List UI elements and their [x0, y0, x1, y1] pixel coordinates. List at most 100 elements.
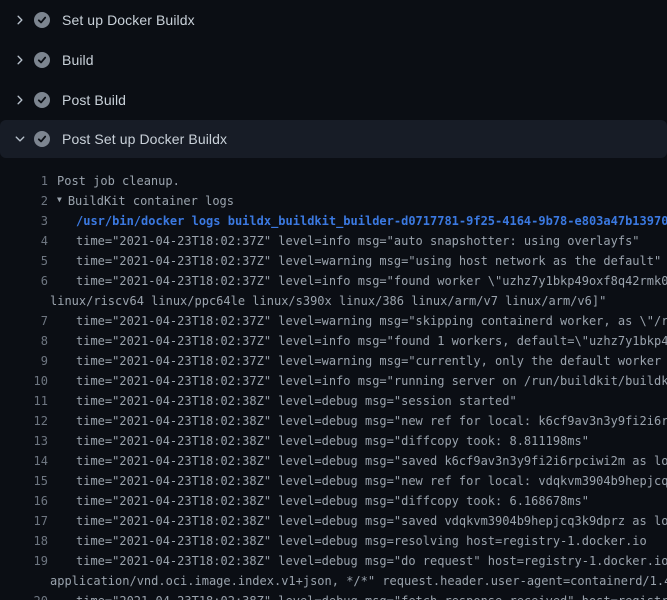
- log-line-number[interactable]: 10: [0, 371, 48, 391]
- log-line-text: time="2021-04-23T18:02:37Z" level=warnin…: [76, 351, 667, 371]
- log-line-text: time="2021-04-23T18:02:38Z" level=debug …: [76, 431, 589, 451]
- log-line-number[interactable]: [0, 291, 48, 311]
- log-line[interactable]: linux/riscv64 linux/ppc64le linux/s390x …: [0, 291, 667, 311]
- log-line[interactable]: 3 /usr/bin/docker logs buildx_buildkit_b…: [0, 211, 667, 231]
- log-viewer: 1 Post job cleanup. 2 ▼ BuildKit containe…: [0, 158, 667, 600]
- log-line[interactable]: 16 time="2021-04-23T18:02:38Z" level=deb…: [0, 491, 667, 511]
- log-line-number[interactable]: 8: [0, 331, 48, 351]
- log-line[interactable]: 2 ▼ BuildKit container logs: [0, 191, 667, 211]
- log-line-content: time="2021-04-23T18:02:38Z" level=debug …: [76, 431, 589, 451]
- log-line-number[interactable]: 17: [0, 511, 48, 531]
- check-circle-icon: [34, 92, 50, 108]
- log-line[interactable]: application/vnd.oci.image.index.v1+json,…: [0, 571, 667, 591]
- log-line-content: time="2021-04-23T18:02:37Z" level=warnin…: [76, 311, 667, 331]
- log-line-number[interactable]: 11: [0, 391, 48, 411]
- log-line-text: time="2021-04-23T18:02:38Z" level=debug …: [76, 531, 647, 551]
- log-line-number[interactable]: 12: [0, 411, 48, 431]
- check-circle-icon: [34, 12, 50, 28]
- log-line-number[interactable]: 18: [0, 531, 48, 551]
- log-line[interactable]: 17 time="2021-04-23T18:02:38Z" level=deb…: [0, 511, 667, 531]
- log-line-text: linux/riscv64 linux/ppc64le linux/s390x …: [50, 291, 606, 311]
- step-row-post-set-up-docker-buildx[interactable]: Post Set up Docker Buildx: [0, 120, 667, 158]
- log-line-content: time="2021-04-23T18:02:38Z" level=debug …: [76, 551, 667, 571]
- step-label: Post Build: [62, 92, 126, 108]
- log-line[interactable]: 5 time="2021-04-23T18:02:37Z" level=warn…: [0, 251, 667, 271]
- log-line[interactable]: 20 time="2021-04-23T18:02:38Z" level=deb…: [0, 591, 667, 600]
- log-line[interactable]: 15 time="2021-04-23T18:02:38Z" level=deb…: [0, 471, 667, 491]
- chevron-right-icon[interactable]: [14, 94, 26, 106]
- log-line[interactable]: 19 time="2021-04-23T18:02:38Z" level=deb…: [0, 551, 667, 571]
- log-line-number[interactable]: 20: [0, 591, 48, 600]
- step-row-set-up-docker-buildx[interactable]: Set up Docker Buildx: [0, 0, 667, 40]
- log-line-text: time="2021-04-23T18:02:37Z" level=info m…: [76, 371, 667, 391]
- log-line-text: time="2021-04-23T18:02:38Z" level=debug …: [76, 491, 589, 511]
- log-line-content: time="2021-04-23T18:02:37Z" level=warnin…: [76, 351, 667, 371]
- log-line-number[interactable]: 9: [0, 351, 48, 371]
- log-line-text: time="2021-04-23T18:02:37Z" level=warnin…: [76, 251, 661, 271]
- log-line-content: time="2021-04-23T18:02:38Z" level=debug …: [76, 511, 667, 531]
- log-line-number[interactable]: 5: [0, 251, 48, 271]
- log-line-content: time="2021-04-23T18:02:37Z" level=info m…: [76, 371, 667, 391]
- log-line-number[interactable]: 1: [0, 171, 48, 191]
- log-line-text: time="2021-04-23T18:02:37Z" level=info m…: [76, 231, 640, 251]
- log-line-number[interactable]: 19: [0, 551, 48, 571]
- group-toggle-icon[interactable]: ▼: [57, 191, 62, 210]
- log-line-content: time="2021-04-23T18:02:37Z" level=info m…: [76, 231, 640, 251]
- step-label: Build: [62, 52, 94, 68]
- chevron-right-icon[interactable]: [14, 54, 26, 66]
- log-line-number[interactable]: 7: [0, 311, 48, 331]
- step-label: Set up Docker Buildx: [62, 12, 195, 28]
- log-line[interactable]: 12 time="2021-04-23T18:02:38Z" level=deb…: [0, 411, 667, 431]
- log-line-text: application/vnd.oci.image.index.v1+json,…: [50, 571, 667, 591]
- log-line-content: application/vnd.oci.image.index.v1+json,…: [50, 571, 667, 591]
- log-line-content: /usr/bin/docker logs buildx_buildkit_bui…: [76, 211, 667, 231]
- check-circle-icon: [34, 131, 50, 147]
- log-line-content: linux/riscv64 linux/ppc64le linux/s390x …: [50, 291, 606, 311]
- log-line-number[interactable]: 15: [0, 471, 48, 491]
- step-row-build[interactable]: Build: [0, 40, 667, 80]
- log-line[interactable]: 7 time="2021-04-23T18:02:37Z" level=warn…: [0, 311, 667, 331]
- log-line-number[interactable]: 2: [0, 191, 48, 211]
- check-circle-icon: [34, 52, 50, 68]
- actions-log-panel: Set up Docker Buildx Build Post Build: [0, 0, 667, 600]
- log-line[interactable]: 9 time="2021-04-23T18:02:37Z" level=warn…: [0, 351, 667, 371]
- log-line[interactable]: 14 time="2021-04-23T18:02:38Z" level=deb…: [0, 451, 667, 471]
- log-line[interactable]: 8 time="2021-04-23T18:02:37Z" level=info…: [0, 331, 667, 351]
- log-line-text: time="2021-04-23T18:02:38Z" level=debug …: [76, 591, 667, 600]
- log-line-number[interactable]: [0, 571, 48, 591]
- log-line-text: time="2021-04-23T18:02:38Z" level=debug …: [76, 511, 667, 531]
- steps-list: Set up Docker Buildx Build Post Build: [0, 0, 667, 158]
- log-line-content: time="2021-04-23T18:02:37Z" level=info m…: [76, 271, 667, 291]
- log-line[interactable]: 13 time="2021-04-23T18:02:38Z" level=deb…: [0, 431, 667, 451]
- log-line-text: time="2021-04-23T18:02:38Z" level=debug …: [76, 471, 667, 491]
- chevron-down-icon[interactable]: [14, 133, 26, 145]
- log-line-content: time="2021-04-23T18:02:38Z" level=debug …: [76, 491, 589, 511]
- log-line-content: Post job cleanup.: [57, 171, 180, 191]
- log-line-content: time="2021-04-23T18:02:38Z" level=debug …: [76, 391, 517, 411]
- log-line-number[interactable]: 3: [0, 211, 48, 231]
- log-line[interactable]: 18 time="2021-04-23T18:02:38Z" level=deb…: [0, 531, 667, 551]
- log-line-content: time="2021-04-23T18:02:38Z" level=debug …: [76, 471, 667, 491]
- log-line[interactable]: 6 time="2021-04-23T18:02:37Z" level=info…: [0, 271, 667, 291]
- log-line-text: time="2021-04-23T18:02:38Z" level=debug …: [76, 411, 667, 431]
- log-line-content: time="2021-04-23T18:02:38Z" level=debug …: [76, 451, 667, 471]
- log-line-content: time="2021-04-23T18:02:37Z" level=warnin…: [76, 251, 661, 271]
- log-line-text: time="2021-04-23T18:02:38Z" level=debug …: [76, 391, 517, 411]
- log-line-number[interactable]: 4: [0, 231, 48, 251]
- log-line-text: BuildKit container logs: [68, 191, 234, 211]
- log-line-content: time="2021-04-23T18:02:38Z" level=debug …: [76, 531, 647, 551]
- log-line[interactable]: 1 Post job cleanup.: [0, 171, 667, 191]
- log-line[interactable]: 4 time="2021-04-23T18:02:37Z" level=info…: [0, 231, 667, 251]
- log-lines: 1 Post job cleanup. 2 ▼ BuildKit containe…: [0, 171, 667, 600]
- log-line-number[interactable]: 16: [0, 491, 48, 511]
- log-line-text: time="2021-04-23T18:02:38Z" level=debug …: [76, 551, 667, 571]
- log-line-content: time="2021-04-23T18:02:37Z" level=info m…: [76, 331, 667, 351]
- log-line-number[interactable]: 13: [0, 431, 48, 451]
- log-line[interactable]: 10 time="2021-04-23T18:02:37Z" level=inf…: [0, 371, 667, 391]
- log-line-text: time="2021-04-23T18:02:37Z" level=info m…: [76, 331, 667, 351]
- log-line-number[interactable]: 14: [0, 451, 48, 471]
- chevron-right-icon[interactable]: [14, 14, 26, 26]
- log-line[interactable]: 11 time="2021-04-23T18:02:38Z" level=deb…: [0, 391, 667, 411]
- log-line-number[interactable]: 6: [0, 271, 48, 291]
- step-row-post-build[interactable]: Post Build: [0, 80, 667, 120]
